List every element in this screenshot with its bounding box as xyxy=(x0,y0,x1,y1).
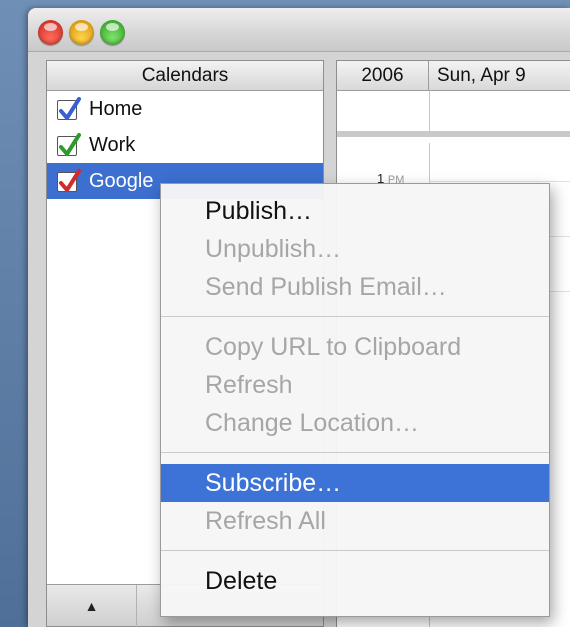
menu-item-subscribe[interactable]: Subscribe… xyxy=(161,464,549,502)
calendar-item-work[interactable]: Work xyxy=(47,127,323,163)
day-header: 2006 Sun, Apr 9 xyxy=(337,61,570,91)
close-window-button[interactable] xyxy=(38,20,63,45)
checkbox-work[interactable] xyxy=(57,133,81,156)
hour-line xyxy=(429,181,570,182)
calendars-header: Calendars xyxy=(47,61,323,91)
date-label[interactable]: Sun, Apr 9 xyxy=(437,61,526,91)
menu-item-send-publish-email[interactable]: Send Publish Email… xyxy=(161,268,549,306)
zoom-window-button[interactable] xyxy=(100,20,125,45)
menu-item-publish[interactable]: Publish… xyxy=(161,192,549,230)
minimize-window-button[interactable] xyxy=(69,20,94,45)
menu-item-refresh-all[interactable]: Refresh All xyxy=(161,502,549,540)
title-bar[interactable] xyxy=(28,8,570,52)
calendar-item-label: Google xyxy=(89,170,154,192)
menu-item-unpublish[interactable]: Unpublish… xyxy=(161,230,549,268)
checkmark-icon xyxy=(59,169,81,192)
calendar-context-menu: Publish… Unpublish… Send Publish Email… … xyxy=(160,183,550,617)
menu-separator xyxy=(161,442,549,464)
menu-item-delete[interactable]: Delete xyxy=(161,562,549,600)
triangle-up-icon[interactable]: ▲ xyxy=(47,585,137,627)
all-day-row[interactable] xyxy=(337,91,570,137)
calendar-item-label: Work xyxy=(89,134,136,156)
calendar-item-home[interactable]: Home xyxy=(47,91,323,127)
menu-item-refresh[interactable]: Refresh xyxy=(161,366,549,404)
all-day-divider xyxy=(429,91,430,131)
checkbox-google[interactable] xyxy=(57,169,81,192)
checkmark-icon xyxy=(59,133,81,156)
checkbox-home[interactable] xyxy=(57,97,81,120)
menu-separator xyxy=(161,540,549,562)
year-label: 2006 xyxy=(337,61,429,91)
menu-item-change-location[interactable]: Change Location… xyxy=(161,404,549,442)
checkmark-icon xyxy=(59,97,81,120)
menu-item-copy-url[interactable]: Copy URL to Clipboard xyxy=(161,328,549,366)
calendar-item-label: Home xyxy=(89,98,143,120)
menu-separator xyxy=(161,306,549,328)
